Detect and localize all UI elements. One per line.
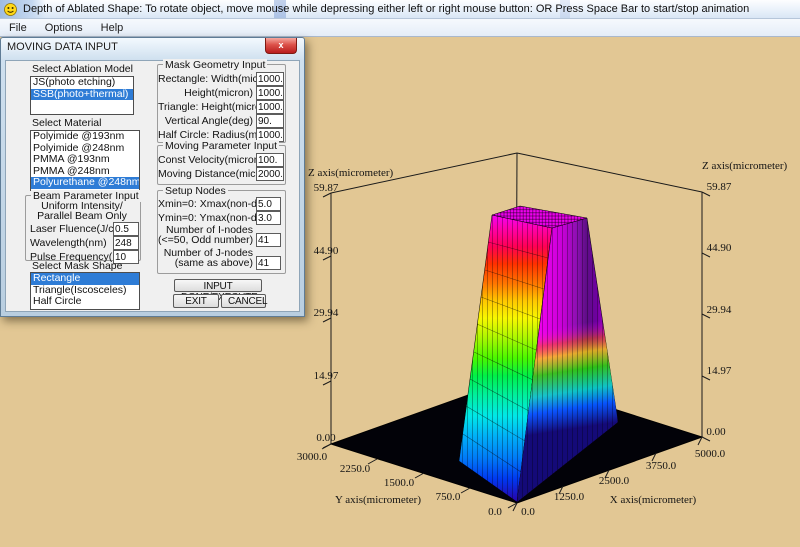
- mask-shape-label: Select Mask Shape: [32, 260, 122, 272]
- x-tick-label: 3750.0: [646, 460, 677, 472]
- menu-help[interactable]: Help: [92, 22, 133, 34]
- triangle-height-field[interactable]: [256, 100, 284, 114]
- i-nodes-label-line2: (<=50, Odd number): [158, 234, 253, 246]
- list-item[interactable]: Half Circle: [31, 296, 139, 308]
- j-nodes-label-line2: (same as above): [158, 257, 253, 269]
- y-tick-label: 1500.0: [384, 477, 415, 489]
- y-tick-label: 3000.0: [297, 451, 328, 463]
- wavelength-field[interactable]: [113, 236, 139, 250]
- ablation-model-listbox: JS(photo etching) SSB(photo+thermal): [30, 76, 134, 115]
- const-velocity-label: Const Velocity(microns/s): [158, 154, 253, 166]
- vertical-angle-field[interactable]: [256, 114, 284, 128]
- y-tick-label: 0.0: [488, 506, 502, 518]
- z-tick-label: 0.00: [316, 432, 336, 444]
- list-item-selected[interactable]: Polyurethane @248nm: [31, 177, 139, 189]
- window-title: Depth of Ablated Shape: To rotate object…: [23, 3, 749, 15]
- setup-nodes-legend: Setup Nodes: [163, 185, 228, 197]
- const-velocity-field[interactable]: [256, 153, 284, 167]
- z-tick-label: 44.90: [707, 242, 732, 254]
- z-axis-title-left: Z axis(micrometer): [308, 167, 394, 179]
- beam-parameter-group: Beam Parameter Input Uniform Intensity/ …: [25, 195, 141, 261]
- x-tick-label: 1250.0: [554, 491, 585, 503]
- mask-geometry-legend: Mask Geometry Input: [163, 59, 267, 71]
- i-nodes-field[interactable]: [256, 233, 281, 247]
- x-tick-label: 2500.0: [599, 475, 630, 487]
- rect-height-field[interactable]: [256, 86, 284, 100]
- y-axis-title: Y axis(micrometer): [335, 494, 421, 506]
- list-item[interactable]: PMMA @193nm: [31, 154, 139, 166]
- z-tick-label: 44.90: [314, 245, 339, 257]
- list-item[interactable]: JS(photo etching): [31, 77, 133, 89]
- xmax-label: Xmin=0: Xmax(non-dim): [158, 198, 253, 210]
- x-tick-label: 5000.0: [695, 448, 726, 460]
- moving-data-input-dialog[interactable]: MOVING DATA INPUT x Select Ablation Mode…: [0, 37, 305, 317]
- exit-button[interactable]: EXIT: [173, 294, 219, 308]
- x-tick-label: 0.0: [521, 506, 535, 518]
- list-item-selected[interactable]: Rectangle: [31, 273, 139, 285]
- z-tick-label: 14.97: [707, 365, 732, 377]
- rect-height-label: Height(micron): [158, 87, 253, 99]
- app-window: Z axis(micrometer) Z axis(micrometer) Y …: [0, 0, 800, 547]
- material-label: Select Material: [32, 117, 101, 129]
- z-tick-label: 59.87: [707, 181, 732, 193]
- xmax-field[interactable]: [256, 197, 281, 211]
- menu-file[interactable]: File: [0, 22, 36, 34]
- z-tick-label: 29.94: [314, 307, 339, 319]
- setup-nodes-group: Setup Nodes Xmin=0: Xmax(non-dim) Ymin=0…: [157, 190, 286, 274]
- mask-geometry-group: Mask Geometry Input Rectangle: Width(mic…: [157, 64, 286, 143]
- z-axis-title-right: Z axis(micrometer): [702, 160, 788, 172]
- roof-edge-right: [517, 153, 702, 192]
- material-listbox: Polyimide @193nm Polyimide @248nm PMMA @…: [30, 130, 140, 191]
- y-tick-label: 2250.0: [340, 463, 371, 475]
- rect-width-field[interactable]: [256, 72, 284, 86]
- triangle-height-label: Triangle: Height(micron): [158, 101, 253, 113]
- y-tick-label: 750.0: [436, 491, 461, 503]
- smiley-app-icon: [4, 3, 17, 16]
- list-item[interactable]: Polyimide @193nm: [31, 131, 139, 143]
- z-tick-label: 59.87: [314, 182, 339, 194]
- rect-width-label: Rectangle: Width(micron): [158, 73, 253, 85]
- z-tick-label: 0.00: [706, 426, 726, 438]
- cancel-button[interactable]: CANCEL: [221, 294, 266, 308]
- moving-distance-field[interactable]: [256, 167, 284, 181]
- moving-distance-label: Moving Distance(microns): [158, 168, 253, 180]
- ablation-model-label: Select Ablation Model: [32, 63, 133, 75]
- ymax-label: Ymin=0: Ymax(non-dim): [158, 212, 253, 224]
- j-nodes-field[interactable]: [256, 256, 281, 270]
- menu-options[interactable]: Options: [36, 22, 92, 34]
- close-icon[interactable]: x: [265, 38, 297, 54]
- z-tick-label: 29.94: [707, 304, 732, 316]
- wavelength-label: Wavelength(nm): [30, 237, 107, 249]
- dialog-title: MOVING DATA INPUT: [7, 41, 118, 53]
- moving-parameter-legend: Moving Parameter Input: [163, 140, 279, 152]
- window-titlebar[interactable]: Depth of Ablated Shape: To rotate object…: [0, 0, 800, 19]
- list-item-selected[interactable]: SSB(photo+thermal): [31, 89, 133, 101]
- laser-fluence-field[interactable]: [113, 222, 139, 236]
- vertical-angle-label: Vertical Angle(deg): [158, 115, 253, 127]
- ymax-field[interactable]: [256, 211, 281, 225]
- menubar: File Options Help: [0, 19, 800, 37]
- z-tick-label: 14.97: [314, 370, 339, 382]
- mask-shape-listbox: Rectangle Triangle(Iscosceles) Half Circ…: [30, 272, 140, 310]
- moving-parameter-group: Moving Parameter Input Const Velocity(mi…: [157, 145, 286, 185]
- dialog-body: Select Ablation Model JS(photo etching) …: [5, 60, 300, 312]
- beam-note-line2: Parallel Beam Only: [26, 210, 138, 222]
- input-done-execute-button[interactable]: INPUT DONE/EXECUTE: [174, 279, 262, 292]
- x-axis-title: X axis(micrometer): [610, 494, 697, 506]
